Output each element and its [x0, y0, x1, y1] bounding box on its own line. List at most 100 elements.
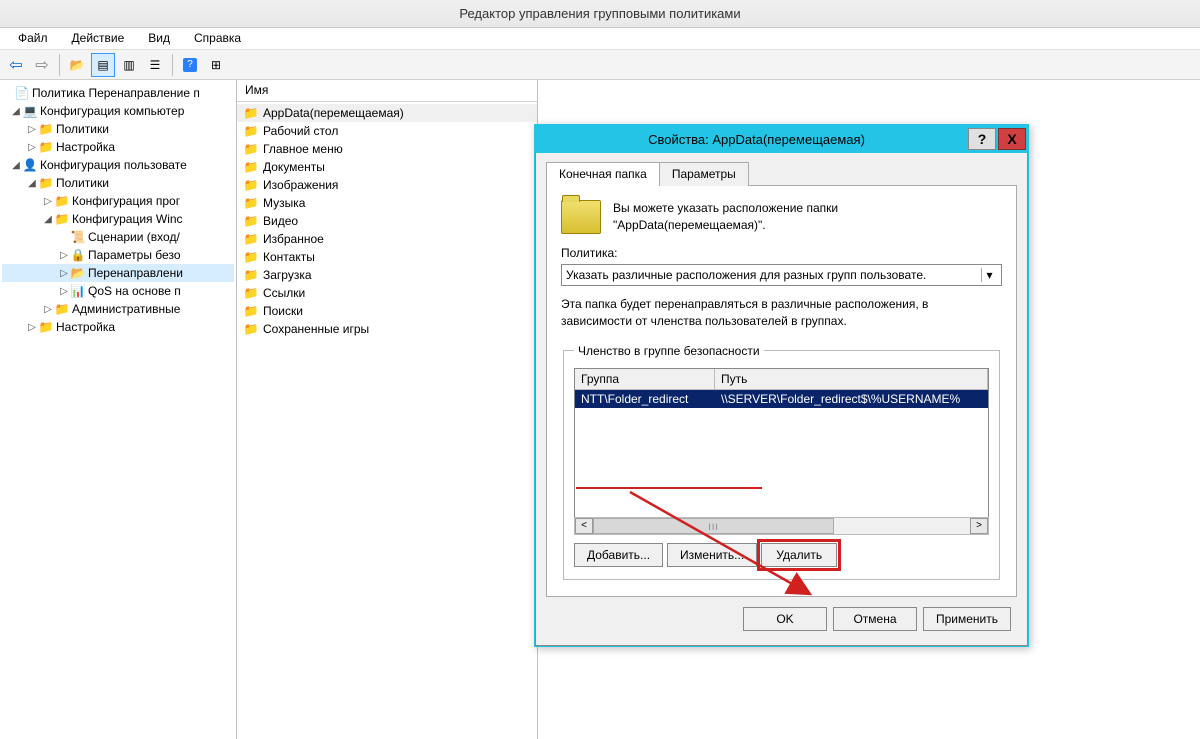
properties-button[interactable]: ▤ [91, 53, 115, 77]
expand-icon[interactable]: ▷ [26, 322, 38, 333]
chevron-down-icon: ▾ [981, 268, 997, 282]
policy-description: Эта папка будет перенаправляться в разли… [561, 296, 1002, 330]
tree-label: QoS на основе п [88, 284, 181, 298]
tree-folder-redirection[interactable]: ▷ 📂 Перенаправлени [2, 264, 234, 282]
tree-label: Перенаправлени [88, 266, 183, 280]
tree-security-params[interactable]: ▷ 🔒 Параметры безо [2, 246, 234, 264]
list-item-label: Контакты [263, 250, 315, 264]
scroll-left-icon[interactable]: < [575, 518, 593, 534]
grid-row-selected[interactable]: NTT\Folder_redirect \\SERVER\Folder_redi… [575, 390, 988, 408]
tree-computer-policies[interactable]: ▷ Политики [2, 120, 234, 138]
tab-panel-target: Вы можете указать расположение папки "Ap… [546, 186, 1017, 597]
forward-button[interactable]: ⇨ [30, 53, 54, 77]
tree-label: Конфигурация прог [72, 194, 180, 208]
tree-root-policy[interactable]: Политика Перенаправление п [2, 84, 234, 102]
folder-up-icon: 📂 [70, 58, 85, 72]
folder-icon [38, 175, 54, 191]
expand-icon[interactable]: ▷ [26, 142, 38, 153]
col-group[interactable]: Группа [575, 369, 715, 389]
tab-settings[interactable]: Параметры [659, 162, 749, 186]
policy-dropdown[interactable]: Указать различные расположения для разны… [561, 264, 1002, 286]
list-item[interactable]: Загрузка [237, 266, 537, 284]
list-button-1[interactable]: ▥ [117, 53, 141, 77]
tree-user-cfg-win[interactable]: ◢ Конфигурация Winc [2, 210, 234, 228]
scroll-grip-icon: III [708, 522, 719, 532]
folder-icon [54, 301, 70, 317]
tree-scenarios[interactable]: 📜 Сценарии (вход/ [2, 228, 234, 246]
tree-admin-templates[interactable]: ▷ Административные [2, 300, 234, 318]
tree-computer-config[interactable]: ◢ 💻 Конфигурация компьютер [2, 102, 234, 120]
expand-icon[interactable]: ▷ [26, 124, 38, 135]
list-item[interactable]: AppData(перемещаемая) [237, 104, 537, 122]
list-item[interactable]: Поиски [237, 302, 537, 320]
dialog-help-button[interactable]: ? [968, 128, 996, 150]
edit-button[interactable]: Изменить... [667, 543, 757, 567]
tree-qos[interactable]: ▷ 📊 QoS на основе п [2, 282, 234, 300]
up-button[interactable]: 📂 [65, 53, 89, 77]
menu-file[interactable]: Файл [6, 28, 60, 49]
scroll-right-icon[interactable]: > [970, 518, 988, 534]
membership-grid[interactable]: Группа Путь NTT\Folder_redirect \\SERVER… [574, 368, 989, 518]
menu-view[interactable]: Вид [136, 28, 182, 49]
list-button-2[interactable]: ☰ [143, 53, 167, 77]
expand-icon[interactable]: ▷ [58, 250, 70, 261]
expand-icon[interactable]: ▷ [42, 304, 54, 315]
list-item[interactable]: Избранное [237, 230, 537, 248]
list-item[interactable]: Главное меню [237, 140, 537, 158]
help-button[interactable]: ? [178, 53, 202, 77]
menu-bar: Файл Действие Вид Справка [0, 28, 1200, 50]
expand-icon[interactable]: ▷ [58, 268, 70, 279]
expand-icon[interactable]: ▷ [58, 286, 70, 297]
tree-user-policies[interactable]: ◢ Политики [2, 174, 234, 192]
folder-icon [561, 200, 601, 234]
folder-icon [243, 213, 259, 229]
list-item[interactable]: Изображения [237, 176, 537, 194]
filter-button[interactable]: ⊞ [204, 53, 228, 77]
list-item[interactable]: Ссылки [237, 284, 537, 302]
dialog-titlebar[interactable]: Свойства: AppData(перемещаемая) ? X [535, 125, 1028, 153]
collapse-icon[interactable]: ◢ [10, 160, 22, 171]
menu-action[interactable]: Действие [60, 28, 137, 49]
list-item[interactable]: Документы [237, 158, 537, 176]
user-icon: 👤 [22, 157, 38, 173]
menu-help[interactable]: Справка [182, 28, 253, 49]
toolbar-separator [59, 54, 60, 76]
apply-button[interactable]: Применить [923, 607, 1011, 631]
folder-icon [243, 195, 259, 211]
ok-button[interactable]: OK [743, 607, 827, 631]
list-item[interactable]: Контакты [237, 248, 537, 266]
folder-icon [243, 123, 259, 139]
scroll-track[interactable]: III [593, 518, 970, 534]
expand-icon[interactable]: ▷ [42, 196, 54, 207]
properties-icon: ▤ [97, 58, 108, 72]
collapse-icon[interactable]: ◢ [10, 106, 22, 117]
scroll-thumb[interactable]: III [593, 518, 834, 534]
collapse-icon[interactable]: ◢ [26, 178, 38, 189]
collapse-icon[interactable]: ◢ [42, 214, 54, 225]
add-button[interactable]: Добавить... [574, 543, 663, 567]
list-item[interactable]: Рабочий стол [237, 122, 537, 140]
folder-icon [243, 321, 259, 337]
cancel-button[interactable]: Отмена [833, 607, 917, 631]
horizontal-scrollbar[interactable]: < III > [574, 517, 989, 535]
filelist-column-header[interactable]: Имя [237, 80, 537, 102]
tab-target-folder[interactable]: Конечная папка [546, 162, 660, 186]
delete-button[interactable]: Удалить [761, 543, 837, 567]
list-item[interactable]: Музыка [237, 194, 537, 212]
tree-computer-settings[interactable]: ▷ Настройка [2, 138, 234, 156]
folder-icon [243, 303, 259, 319]
tree-label: Политики [56, 176, 109, 190]
col-path[interactable]: Путь [715, 369, 988, 389]
dialog-close-button[interactable]: X [998, 128, 1026, 150]
group-box-legend: Членство в группе безопасности [574, 344, 764, 358]
back-button[interactable]: ⇦ [4, 53, 28, 77]
list-item-label: Видео [263, 214, 298, 228]
tree-user-cfg-prog[interactable]: ▷ Конфигурация прог [2, 192, 234, 210]
tree-label: Конфигурация пользовате [40, 158, 187, 172]
arrow-right-icon: ⇨ [35, 55, 48, 75]
filelist-pane: Имя AppData(перемещаемая)Рабочий столГла… [237, 80, 538, 739]
tree-user-config[interactable]: ◢ 👤 Конфигурация пользовате [2, 156, 234, 174]
list-item[interactable]: Сохраненные игры [237, 320, 537, 338]
list-item[interactable]: Видео [237, 212, 537, 230]
tree-user-settings[interactable]: ▷ Настройка [2, 318, 234, 336]
